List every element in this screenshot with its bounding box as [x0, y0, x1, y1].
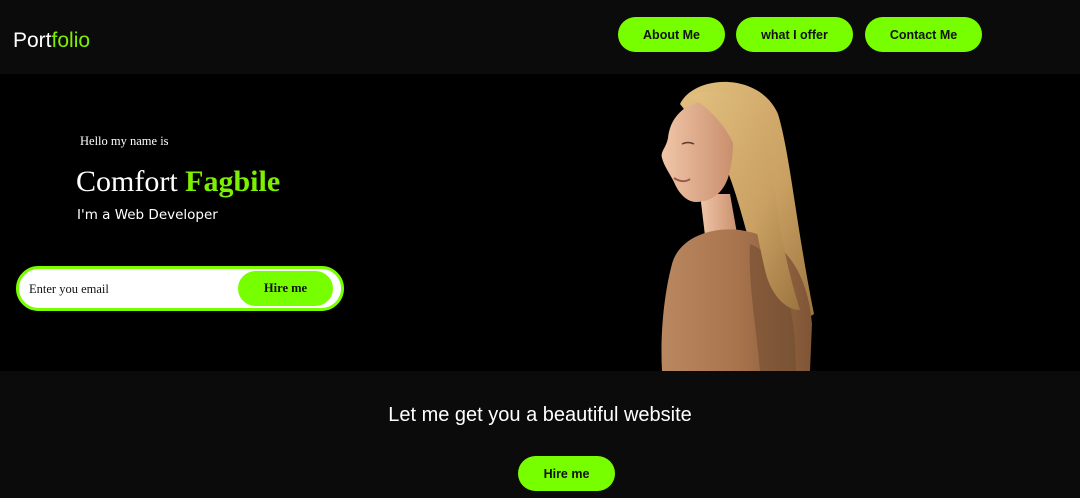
email-form: Hire me [16, 266, 344, 311]
portrait-image [661, 81, 814, 371]
cta-heading: Let me get you a beautiful website [388, 404, 692, 426]
nav-offer-button[interactable]: what I offer [736, 17, 853, 52]
hire-me-inline-button[interactable]: Hire me [238, 271, 333, 306]
hero-last-name: Fagbile [185, 165, 281, 198]
hero-intro: Hello my name is [80, 134, 169, 148]
nav-contact-button[interactable]: Contact Me [865, 17, 982, 52]
hero-first-name: Comfort [76, 165, 178, 198]
hire-me-button[interactable]: Hire me [518, 456, 615, 491]
nav-about-button[interactable]: About Me [618, 17, 725, 52]
logo-text-accent: folio [51, 29, 91, 52]
logo[interactable]: Portfolio [13, 28, 90, 54]
site-header: Portfolio About Me what I offer Contact … [0, 0, 1080, 74]
portfolio-page: Portfolio About Me what I offer Contact … [0, 0, 1080, 498]
cta-section: Let me get you a beautiful website Hire … [0, 371, 1080, 498]
hero-section: Hello my name is Comfort Fagbile I'm a W… [0, 74, 1080, 371]
logo-text-primary: Port [13, 29, 52, 52]
email-input[interactable] [29, 275, 234, 303]
hero-role: I'm a Web Developer [77, 207, 218, 223]
hero-name: Comfort Fagbile [76, 164, 280, 200]
